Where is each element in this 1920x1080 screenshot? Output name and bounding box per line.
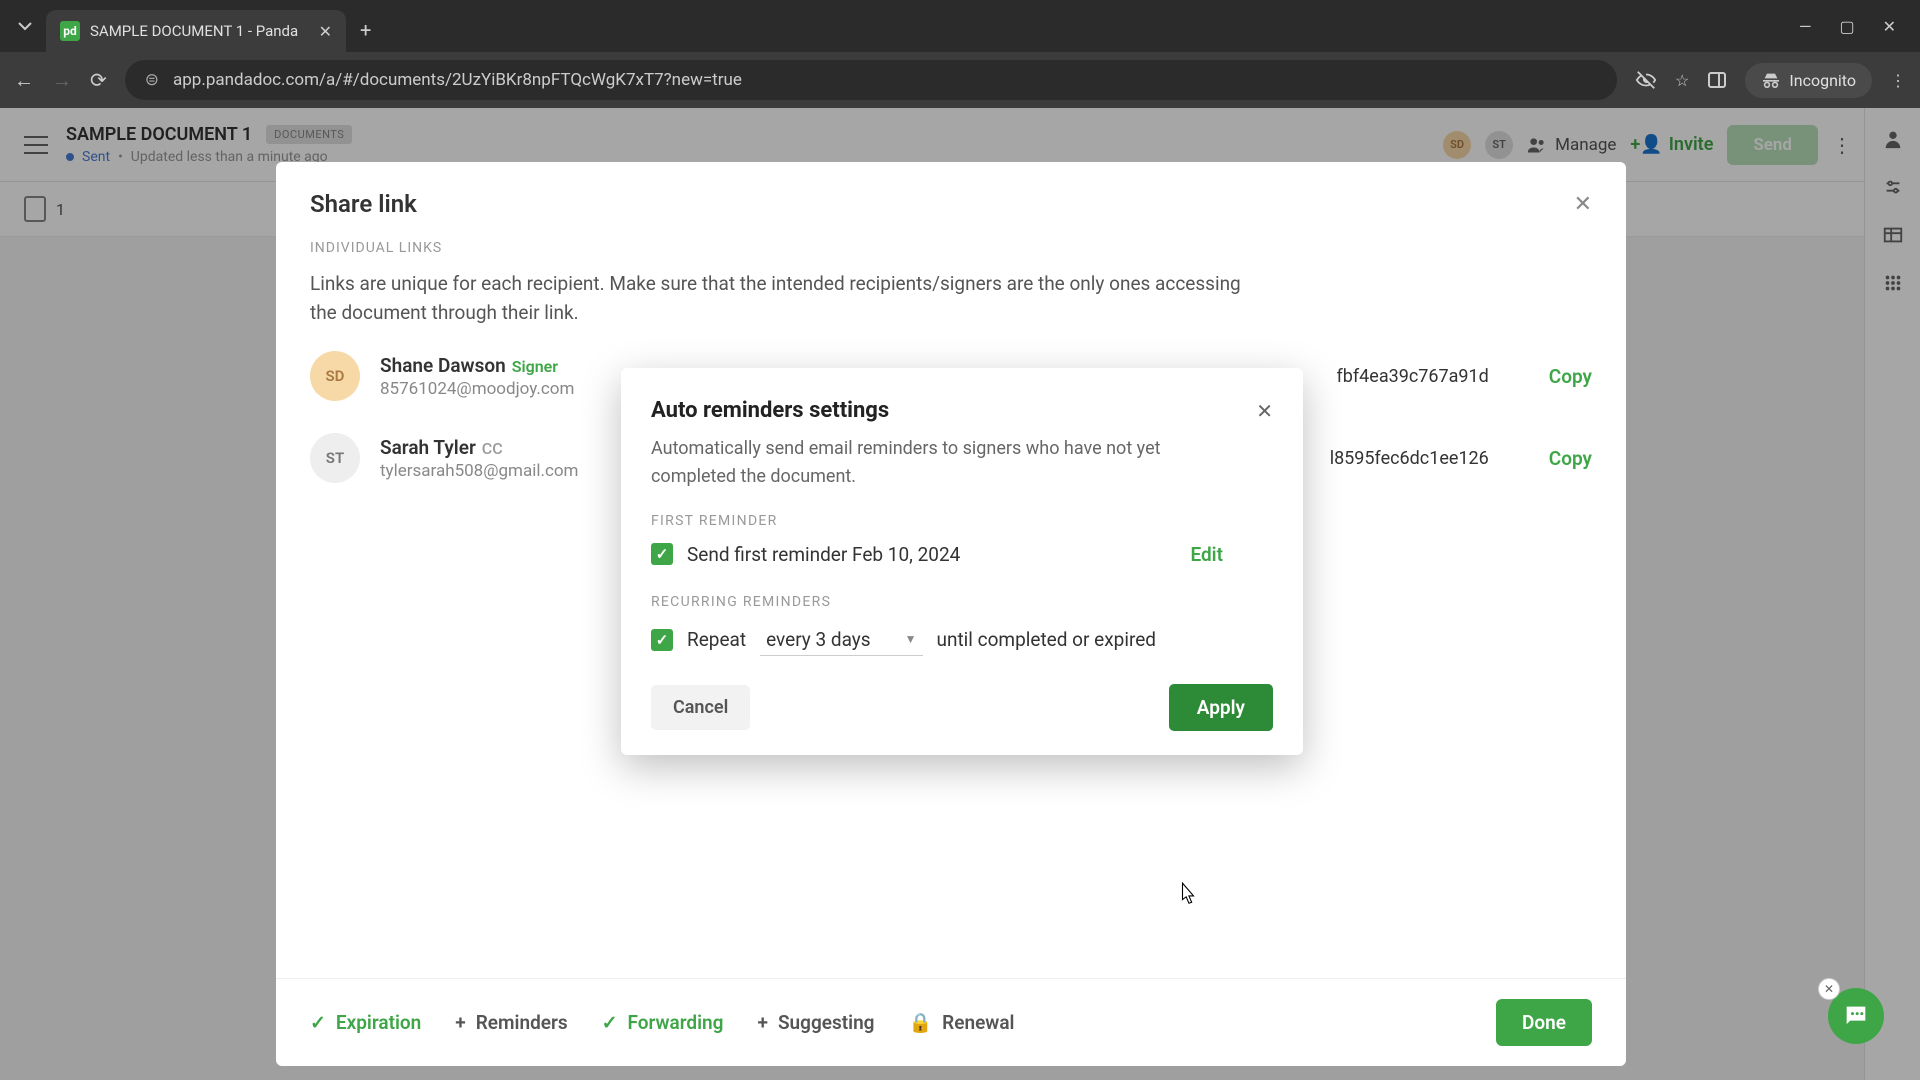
renewal-toggle[interactable]: 🔒Renewal (909, 1011, 1015, 1034)
tab-favicon: pd (60, 21, 80, 41)
chevron-down-icon: ▼ (905, 632, 917, 646)
side-panel-icon[interactable] (1707, 70, 1727, 90)
share-description: Links are unique for each recipient. Mak… (276, 262, 1276, 335)
recipient-avatar: SD (310, 351, 360, 401)
copy-button[interactable]: Copy (1549, 365, 1592, 388)
recipient-name: Shane Dawson (380, 354, 506, 377)
forwarding-toggle[interactable]: ✓Forwarding (602, 1011, 724, 1034)
close-window-icon[interactable]: ✕ (1883, 17, 1896, 36)
recipient-avatar: ST (310, 433, 360, 483)
first-reminder-label: FIRST REMINDER (651, 513, 1273, 529)
recipient-email: tylersarah508@gmail.com (380, 461, 578, 481)
new-tab-button[interactable]: + (360, 18, 371, 42)
address-bar-row: ← → ⟳ ⊜ app.pandadoc.com/a/#/documents/2… (0, 52, 1920, 108)
plus-icon: + (757, 1011, 767, 1034)
eye-off-icon[interactable] (1635, 69, 1657, 91)
recipient-email: 85761024@moodjoy.com (380, 379, 574, 399)
tab-search-dropdown[interactable] (10, 11, 40, 41)
recipient-role: Signer (512, 357, 558, 376)
url-text: app.pandadoc.com/a/#/documents/2UzYiBKr8… (173, 70, 742, 90)
url-bar[interactable]: ⊜ app.pandadoc.com/a/#/documents/2UzYiBK… (125, 60, 1617, 100)
apply-button[interactable]: Apply (1169, 684, 1273, 731)
expiration-toggle[interactable]: ✓Expiration (310, 1011, 421, 1034)
window-controls: — ▢ ✕ (1799, 17, 1910, 36)
until-text: until completed or expired (937, 628, 1157, 651)
recurring-label: RECURRING REMINDERS (651, 594, 1273, 610)
repeat-label: Repeat (687, 628, 746, 651)
browser-menu-icon[interactable]: ⋮ (1890, 71, 1906, 90)
first-reminder-checkbox[interactable]: ✓ (651, 543, 673, 565)
check-icon: ✓ (310, 1011, 326, 1034)
individual-links-label: INDIVIDUAL LINKS (276, 234, 1626, 262)
recipient-role: CC (482, 439, 503, 458)
share-footer: ✓Expiration +Reminders ✓Forwarding +Sugg… (276, 978, 1626, 1066)
copy-button[interactable]: Copy (1549, 447, 1592, 470)
suggesting-toggle[interactable]: +Suggesting (757, 1011, 874, 1034)
browser-tab[interactable]: pd SAMPLE DOCUMENT 1 - Panda ✕ (46, 10, 346, 52)
incognito-icon (1761, 72, 1781, 88)
browser-chrome: pd SAMPLE DOCUMENT 1 - Panda ✕ + — ▢ ✕ ←… (0, 0, 1920, 108)
tab-bar: pd SAMPLE DOCUMENT 1 - Panda ✕ + — ▢ ✕ (0, 0, 1920, 52)
cancel-button[interactable]: Cancel (651, 685, 750, 730)
check-icon: ✓ (602, 1011, 618, 1034)
site-info-icon[interactable]: ⊜ (145, 70, 159, 90)
recipient-name: Sarah Tyler (380, 436, 476, 459)
app-area: SAMPLE DOCUMENT 1 DOCUMENTS Sent • Updat… (0, 108, 1920, 1080)
reminders-toggle[interactable]: +Reminders (455, 1011, 567, 1034)
share-close-icon[interactable]: ✕ (1574, 192, 1592, 217)
minimize-icon[interactable]: — (1799, 17, 1812, 36)
recipient-link: l8595fec6dc1ee126 (1330, 448, 1489, 469)
tab-title: SAMPLE DOCUMENT 1 - Panda (90, 22, 309, 40)
reminders-close-icon[interactable]: ✕ (1256, 399, 1273, 423)
plus-icon: + (455, 1011, 465, 1034)
incognito-badge[interactable]: Incognito (1745, 63, 1872, 98)
reload-button[interactable]: ⟳ (90, 68, 107, 92)
chat-close-badge[interactable]: ✕ (1818, 978, 1840, 1000)
reminders-title: Auto reminders settings (651, 398, 889, 423)
recipient-link: fbf4ea39c767a91d (1337, 366, 1489, 387)
recurring-checkbox[interactable]: ✓ (651, 629, 673, 651)
tab-close-icon[interactable]: ✕ (319, 22, 332, 41)
chat-icon (1842, 1002, 1870, 1030)
forward-button: → (52, 68, 72, 93)
reminders-description: Automatically send email reminders to si… (651, 435, 1171, 491)
lock-icon: 🔒 (909, 1011, 933, 1034)
done-button[interactable]: Done (1496, 999, 1592, 1046)
edit-button[interactable]: Edit (1190, 543, 1223, 566)
first-reminder-text: Send first reminder Feb 10, 2024 (687, 543, 960, 566)
frequency-dropdown[interactable]: every 3 days ▼ (760, 624, 922, 656)
back-button[interactable]: ← (14, 68, 34, 93)
maximize-icon[interactable]: ▢ (1839, 17, 1854, 36)
bookmark-star-icon[interactable]: ☆ (1675, 71, 1689, 90)
share-title: Share link (310, 190, 417, 218)
reminders-modal: Auto reminders settings ✕ Automatically … (621, 368, 1303, 755)
